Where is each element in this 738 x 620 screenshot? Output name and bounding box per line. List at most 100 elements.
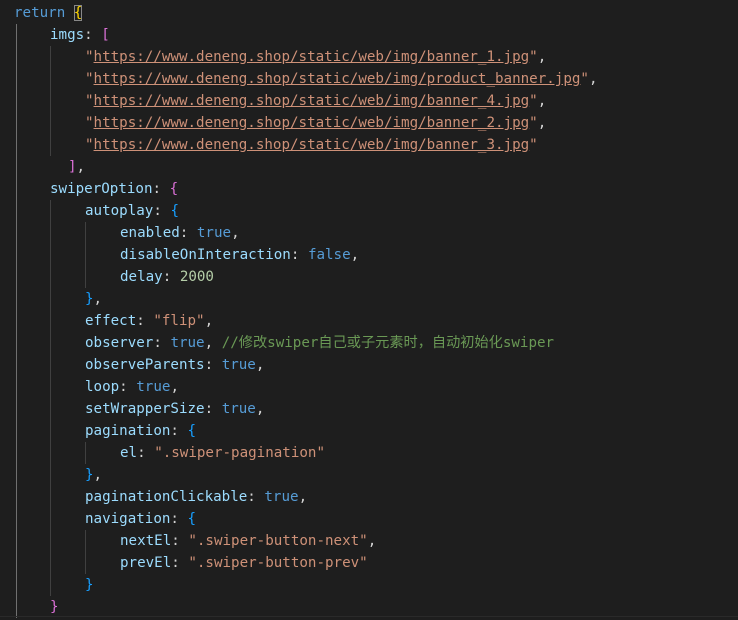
code-line[interactable]: return { [14, 2, 83, 24]
code-token: observeParents [85, 357, 205, 373]
code-token: enabled [120, 225, 180, 241]
code-line[interactable]: nextEl: ".swiper-button-next", [120, 530, 376, 552]
code-token: { [187, 423, 197, 439]
code-line[interactable]: pagination: { [85, 420, 196, 442]
code-token: delay [120, 269, 163, 285]
code-token: , [588, 71, 598, 87]
code-token: : [153, 335, 171, 351]
code-token: effect [85, 313, 137, 329]
code-token: " [580, 71, 589, 87]
code-token: "flip" [153, 313, 205, 329]
code-line[interactable]: observeParents: true, [85, 354, 264, 376]
code-token: " [85, 71, 94, 87]
code-token: https://www.deneng.shop/static/web/img/b… [93, 137, 530, 153]
code-token: , [204, 313, 214, 329]
code-token: , [255, 401, 265, 417]
code-token: } [85, 291, 94, 307]
code-token: " [85, 93, 94, 109]
code-token: https://www.deneng.shop/static/web/img/b… [93, 49, 530, 65]
code-line[interactable]: loop: true, [85, 376, 179, 398]
code-token: : [171, 533, 189, 549]
code-token: : [84, 27, 102, 43]
code-token: " [529, 115, 538, 131]
indent-guide [50, 200, 51, 596]
code-line[interactable]: autoplay: { [85, 200, 179, 222]
code-token: prevEl [120, 555, 172, 571]
code-token: : [290, 247, 308, 263]
code-token: , [170, 379, 179, 395]
code-token: { [169, 181, 179, 197]
indent-guide [16, 24, 17, 618]
code-token: , [350, 247, 360, 263]
code-line[interactable]: } [85, 574, 94, 596]
code-token: : [152, 181, 170, 197]
code-token: : [204, 357, 222, 373]
code-token: : [136, 313, 154, 329]
code-line[interactable]: setWrapperSize: true, [85, 398, 264, 420]
code-token: : [170, 511, 188, 527]
code-token: , [537, 115, 547, 131]
code-line[interactable]: ], [68, 156, 85, 178]
code-token: { [73, 5, 83, 21]
code-token: { [170, 203, 179, 219]
code-token: ] [68, 159, 77, 175]
code-token: pagination [85, 423, 171, 439]
code-token: , [255, 357, 265, 373]
code-token: , [93, 291, 103, 307]
code-line[interactable]: enabled: true, [120, 222, 240, 244]
code-token: : [162, 269, 180, 285]
code-line[interactable]: "https://www.deneng.shop/static/web/img/… [85, 134, 538, 156]
code-line[interactable]: "https://www.deneng.shop/static/web/img/… [85, 112, 546, 134]
code-token: , [537, 93, 547, 109]
code-token: : [153, 203, 171, 219]
code-line[interactable]: "https://www.deneng.shop/static/web/img/… [85, 68, 598, 90]
code-token: " [529, 49, 538, 65]
code-token: , [298, 489, 308, 505]
code-line[interactable]: paginationClickable: true, [85, 486, 307, 508]
code-token: ".swiper-pagination" [154, 445, 326, 461]
indent-guide [50, 46, 51, 156]
code-token: imgs [50, 27, 85, 43]
code-token: : [170, 423, 188, 439]
code-line[interactable]: el: ".swiper-pagination" [120, 442, 325, 464]
code-line[interactable]: effect: "flip", [85, 310, 213, 332]
code-token: false [307, 247, 351, 263]
code-line[interactable]: delay: 2000 [120, 266, 214, 288]
code-line[interactable]: disableOnInteraction: false, [120, 244, 359, 266]
code-line[interactable]: }, [85, 288, 102, 310]
code-token: " [529, 93, 538, 109]
code-line[interactable]: navigation: { [85, 508, 196, 530]
code-token: : [119, 379, 137, 395]
code-token: true [221, 357, 256, 373]
code-token: ".swiper-button-prev" [188, 555, 368, 571]
code-line[interactable]: }, [85, 464, 102, 486]
code-token: , [537, 49, 547, 65]
code-token: { [187, 511, 197, 527]
code-line[interactable]: observer: true, //修改swiper自己或子元素时，自动初始化s… [85, 332, 554, 354]
code-editor[interactable]: return {imgs: ["https://www.deneng.shop/… [0, 0, 738, 620]
code-token: disableOnInteraction [120, 247, 291, 263]
code-token: true [221, 401, 256, 417]
code-token: el [120, 445, 138, 461]
code-token: 2000 [179, 269, 214, 285]
code-line[interactable]: "https://www.deneng.shop/static/web/img/… [85, 46, 546, 68]
code-token: //修改swiper自己或子元素时，自动初始化swiper [221, 335, 555, 351]
code-token: https://www.deneng.shop/static/web/img/p… [93, 71, 581, 87]
code-token: " [85, 137, 94, 153]
code-token: : [247, 489, 265, 505]
code-line[interactable]: swiperOption: { [50, 178, 178, 200]
indent-guide [85, 530, 86, 574]
code-token: } [85, 467, 94, 483]
code-line[interactable]: imgs: [ [50, 24, 110, 46]
code-token: : [171, 555, 189, 571]
code-token: ".swiper-button-next" [188, 533, 368, 549]
code-token: autoplay [85, 203, 154, 219]
code-token: : [179, 225, 197, 241]
code-line[interactable]: prevEl: ".swiper-button-prev" [120, 552, 368, 574]
code-token: [ [101, 27, 110, 43]
code-line[interactable]: "https://www.deneng.shop/static/web/img/… [85, 90, 546, 112]
code-token: , [204, 335, 222, 351]
code-line[interactable]: } [50, 596, 59, 618]
code-token: , [76, 159, 86, 175]
